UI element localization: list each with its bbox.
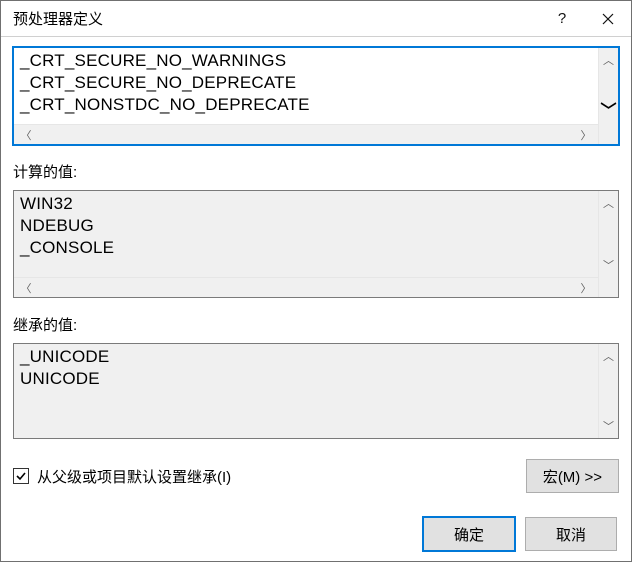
scroll-track[interactable] <box>599 72 618 100</box>
list-item[interactable]: _CRT_SECURE_NO_DEPRECATE <box>20 72 592 94</box>
chevron-left-icon: 〈 <box>21 280 32 296</box>
scroll-down-button[interactable]: ﹀ <box>599 414 618 438</box>
chevron-right-icon: 〉 <box>581 127 592 143</box>
dialog-window: 预处理器定义 ? _CRT_SECURE_NO_WARNINGS _CRT_SE… <box>0 0 632 562</box>
scroll-track[interactable] <box>38 125 574 144</box>
scroll-left-button[interactable]: 〈 <box>14 125 38 144</box>
list-item: _UNICODE <box>20 346 592 368</box>
check-icon <box>15 470 27 482</box>
inherited-values-list: _UNICODE UNICODE <box>14 344 598 438</box>
vertical-scrollbar[interactable]: ︿ ﹀ <box>598 344 618 438</box>
dialog-footer: 确定 取消 <box>13 517 619 551</box>
cancel-button-label: 取消 <box>556 524 586 545</box>
scroll-right-button[interactable]: 〉 <box>574 125 598 144</box>
list-item: NDEBUG <box>20 215 592 237</box>
chevron-up-icon: ︿ <box>603 52 614 68</box>
scroll-corner <box>598 124 618 144</box>
inherited-values-listbox: _UNICODE UNICODE ︿ ﹀ <box>13 343 619 439</box>
chevron-left-icon: 〈 <box>21 127 32 143</box>
computed-values-label: 计算的值: <box>13 161 619 182</box>
chevron-down-icon: ﹀ <box>603 257 614 273</box>
list-item: UNICODE <box>20 368 592 390</box>
titlebar: 预处理器定义 ? <box>1 1 631 37</box>
horizontal-scrollbar[interactable]: 〈 〉 <box>14 124 598 144</box>
inherit-checkbox-label: 从父级或项目默认设置继承(I) <box>37 466 231 487</box>
close-icon <box>602 13 614 25</box>
scroll-corner <box>598 277 618 297</box>
help-button[interactable]: ? <box>539 1 585 37</box>
preprocessor-definitions-editbox[interactable]: _CRT_SECURE_NO_WARNINGS _CRT_SECURE_NO_D… <box>13 47 619 145</box>
ok-button[interactable]: 确定 <box>423 517 515 551</box>
vertical-scrollbar[interactable]: ︿ ﹀ <box>598 191 618 277</box>
dialog-title: 预处理器定义 <box>13 8 539 29</box>
chevron-up-icon: ︿ <box>603 195 614 211</box>
definitions-list[interactable]: _CRT_SECURE_NO_WARNINGS _CRT_SECURE_NO_D… <box>14 48 598 124</box>
computed-values-listbox: WIN32 NDEBUG _CONSOLE ︿ ﹀ 〈 〉 <box>13 190 619 298</box>
list-item[interactable]: _CRT_NONSTDC_NO_DEPRECATE <box>20 94 592 116</box>
horizontal-scrollbar[interactable]: 〈 〉 <box>14 277 598 297</box>
chevron-down-icon: ﹀ <box>603 418 614 434</box>
inherited-values-label: 继承的值: <box>13 314 619 335</box>
list-item: _CONSOLE <box>20 237 592 259</box>
inherit-checkbox[interactable]: 从父级或项目默认设置继承(I) <box>13 466 231 487</box>
options-row: 从父级或项目默认设置继承(I) 宏(M) >> <box>13 459 619 493</box>
list-item[interactable]: _CRT_SECURE_NO_WARNINGS <box>20 50 592 72</box>
scroll-down-button[interactable]: ﹀ <box>599 100 618 124</box>
macros-button[interactable]: 宏(M) >> <box>526 459 619 493</box>
scroll-track[interactable] <box>38 278 574 297</box>
scroll-track[interactable] <box>599 215 618 253</box>
close-button[interactable] <box>585 1 631 37</box>
scroll-down-button[interactable]: ﹀ <box>599 253 618 277</box>
scroll-left-button[interactable]: 〈 <box>14 278 38 297</box>
vertical-scrollbar[interactable]: ︿ ﹀ <box>598 48 618 124</box>
macros-button-label: 宏(M) >> <box>543 466 602 487</box>
chevron-up-icon: ︿ <box>603 348 614 364</box>
dialog-body: _CRT_SECURE_NO_WARNINGS _CRT_SECURE_NO_D… <box>1 37 631 567</box>
chevron-right-icon: 〉 <box>581 280 592 296</box>
computed-values-list: WIN32 NDEBUG _CONSOLE <box>14 191 598 277</box>
scroll-up-button[interactable]: ︿ <box>599 191 618 215</box>
scroll-up-button[interactable]: ︿ <box>599 344 618 368</box>
scroll-track[interactable] <box>599 368 618 414</box>
checkbox-box[interactable] <box>13 468 29 484</box>
scroll-up-button[interactable]: ︿ <box>599 48 618 72</box>
chevron-down-icon: ﹀ <box>600 104 616 120</box>
cancel-button[interactable]: 取消 <box>525 517 617 551</box>
scroll-right-button[interactable]: 〉 <box>574 278 598 297</box>
ok-button-label: 确定 <box>454 524 484 545</box>
list-item: WIN32 <box>20 193 592 215</box>
